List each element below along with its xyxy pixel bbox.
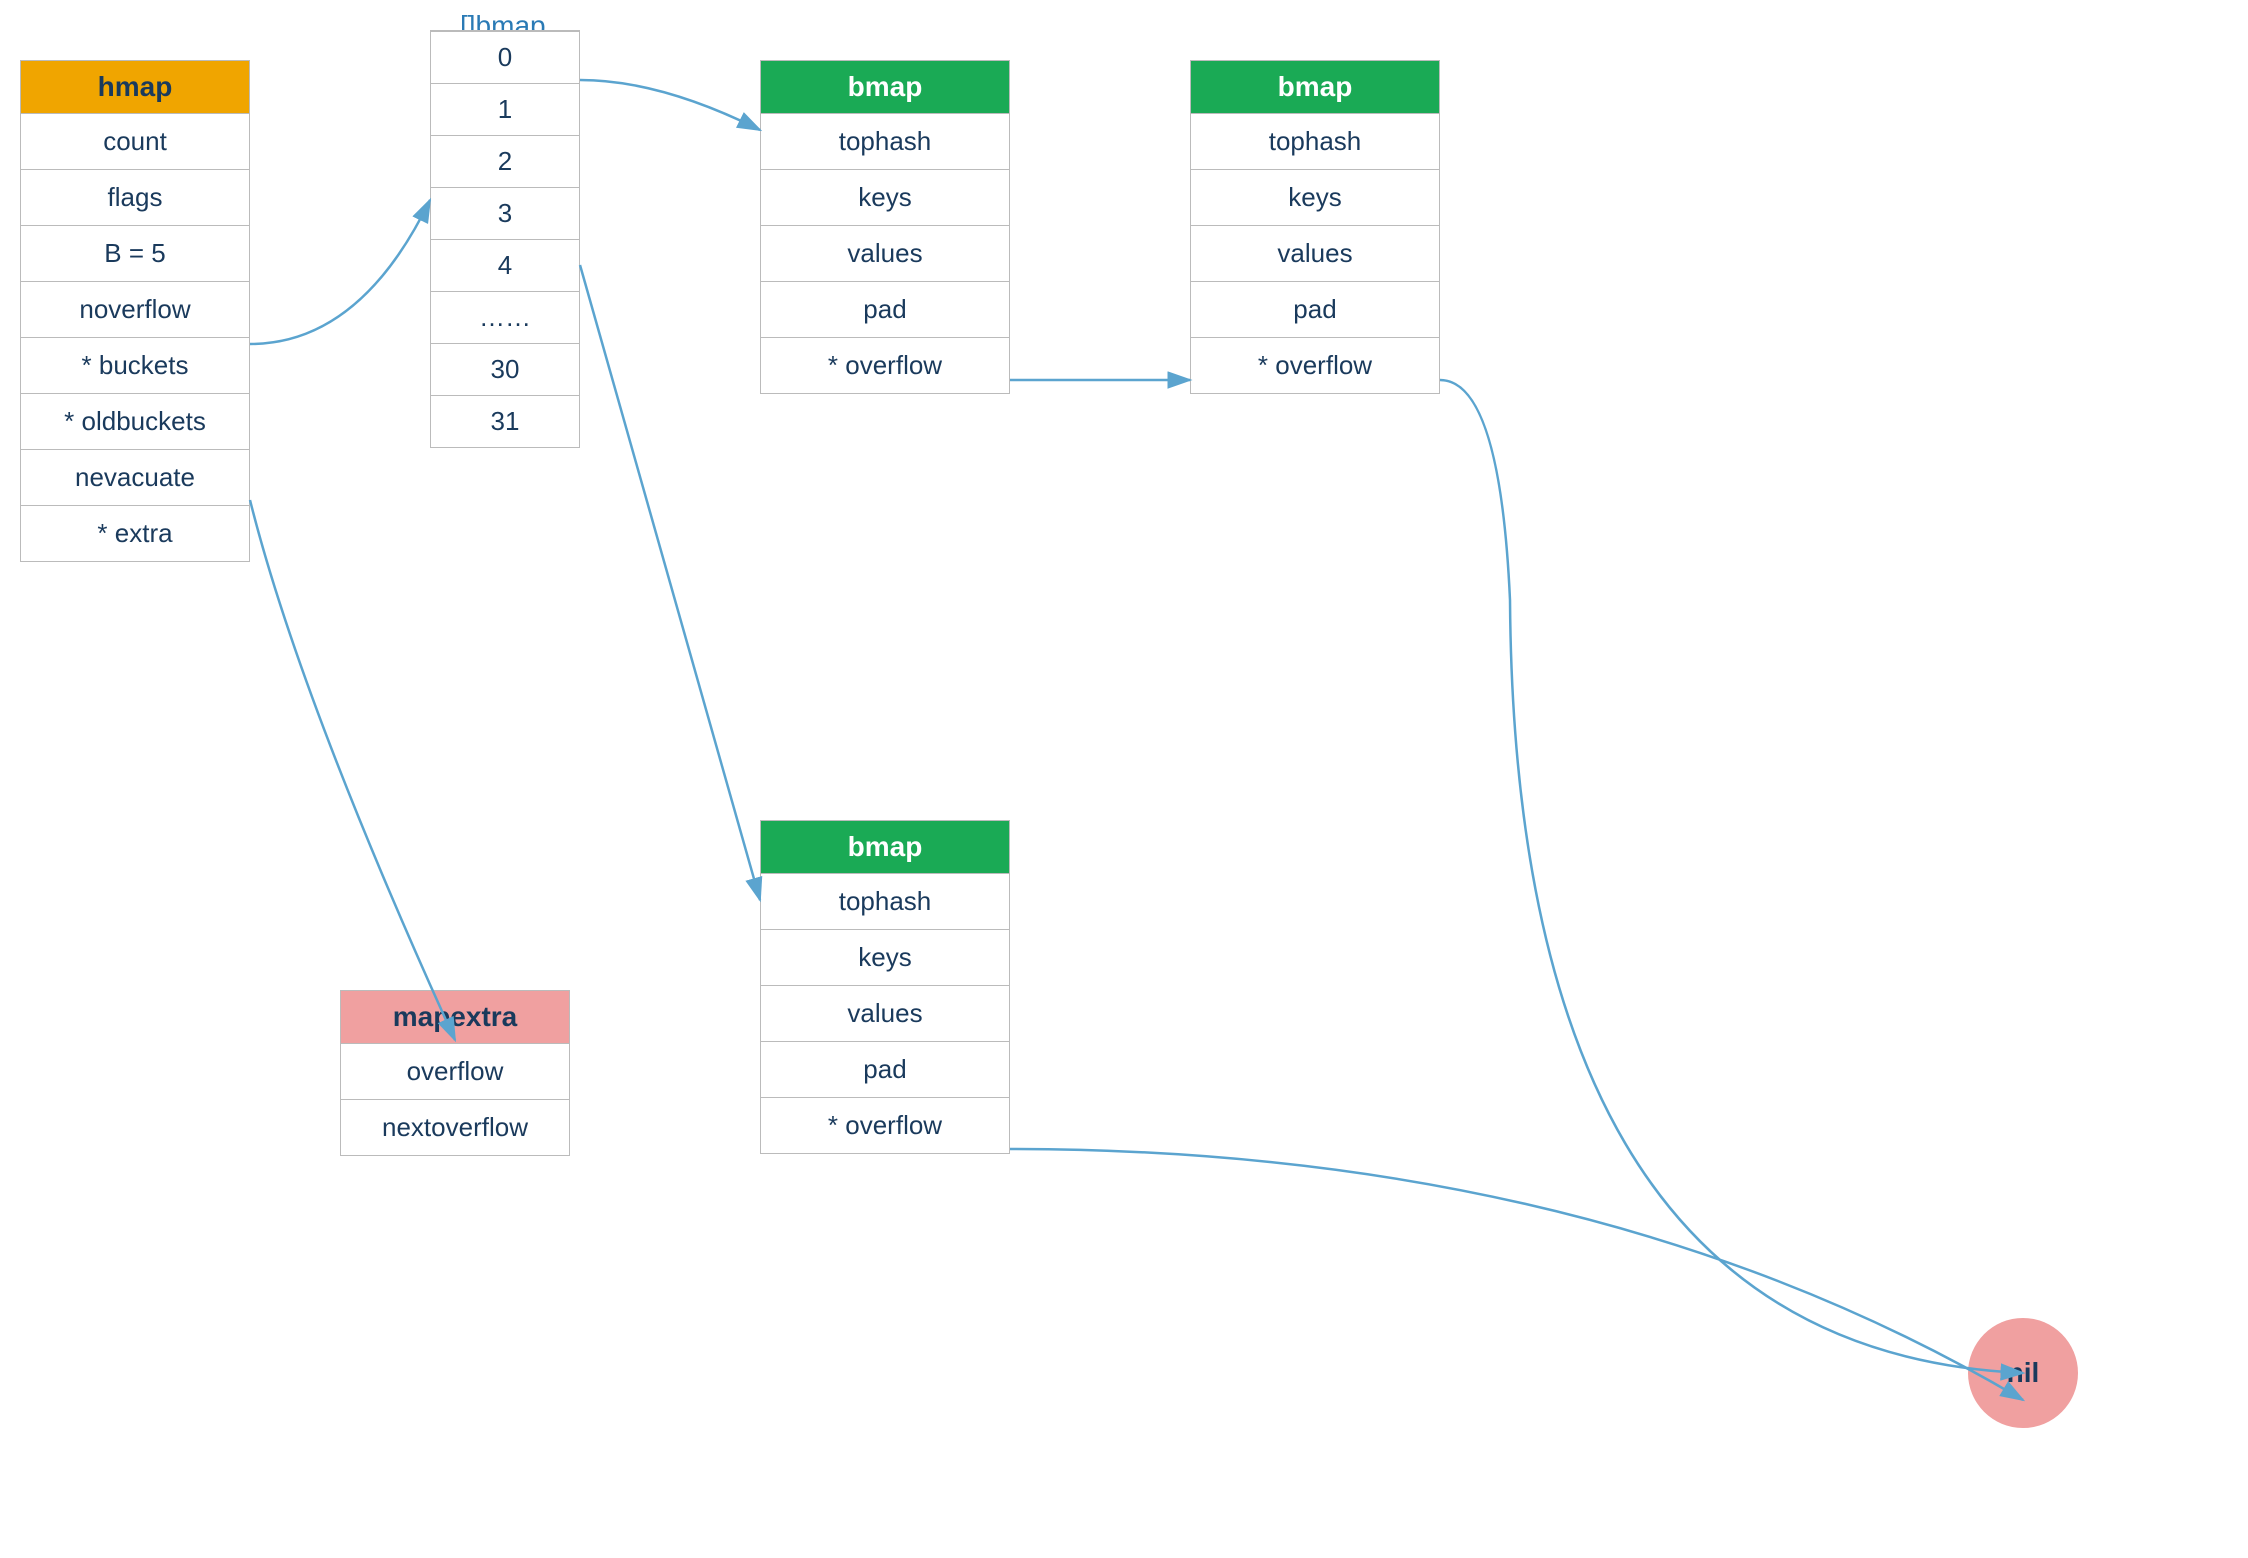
bmap1-overflow: * overflow	[761, 337, 1009, 393]
bmap2-struct: bmap tophash keys values pad * overflow	[1190, 60, 1440, 394]
bmap-array: 0 1 2 3 4 …… 30 31	[430, 30, 580, 448]
mapextra-nextoverflow: nextoverflow	[341, 1099, 569, 1155]
bmap3-values: values	[761, 985, 1009, 1041]
hmap-field-count: count	[21, 113, 249, 169]
mapextra-struct: mapextra overflow nextoverflow	[340, 990, 570, 1156]
hmap-field-buckets: * buckets	[21, 337, 249, 393]
bmap1-values: values	[761, 225, 1009, 281]
bmap-array-row-1: 1	[431, 83, 579, 135]
bmap2-values: values	[1191, 225, 1439, 281]
bmap3-overflow: * overflow	[761, 1097, 1009, 1153]
bmap1-pad: pad	[761, 281, 1009, 337]
hmap-field-noverflow: noverflow	[21, 281, 249, 337]
hmap-field-b: B = 5	[21, 225, 249, 281]
hmap-field-flags: flags	[21, 169, 249, 225]
mapextra-header: mapextra	[341, 991, 569, 1043]
bmap3-struct: bmap tophash keys values pad * overflow	[760, 820, 1010, 1154]
hmap-header: hmap	[21, 61, 249, 113]
bmap2-pad: pad	[1191, 281, 1439, 337]
bmap-array-row-30: 30	[431, 343, 579, 395]
bmap1-header: bmap	[761, 61, 1009, 113]
bmap1-keys: keys	[761, 169, 1009, 225]
bmap1-struct: bmap tophash keys values pad * overflow	[760, 60, 1010, 394]
bmap3-tophash: tophash	[761, 873, 1009, 929]
bmap1-tophash: tophash	[761, 113, 1009, 169]
bmap-array-row-0: 0	[431, 31, 579, 83]
bmap2-tophash: tophash	[1191, 113, 1439, 169]
arrows-svg	[0, 0, 2248, 1558]
bmap3-header: bmap	[761, 821, 1009, 873]
mapextra-overflow: overflow	[341, 1043, 569, 1099]
hmap-field-extra: * extra	[21, 505, 249, 561]
bmap-array-row-4: 4	[431, 239, 579, 291]
bmap-array-row-dots: ……	[431, 291, 579, 343]
nil-circle: nil	[1968, 1318, 2078, 1428]
bmap2-overflow: * overflow	[1191, 337, 1439, 393]
hmap-struct: hmap count flags B = 5 noverflow * bucke…	[20, 60, 250, 562]
bmap2-keys: keys	[1191, 169, 1439, 225]
hmap-field-nevacuate: nevacuate	[21, 449, 249, 505]
hmap-field-oldbuckets: * oldbuckets	[21, 393, 249, 449]
bmap-array-row-31: 31	[431, 395, 579, 447]
bmap3-keys: keys	[761, 929, 1009, 985]
bmap-array-row-3: 3	[431, 187, 579, 239]
bmap2-header: bmap	[1191, 61, 1439, 113]
bmap-array-row-2: 2	[431, 135, 579, 187]
bmap3-pad: pad	[761, 1041, 1009, 1097]
